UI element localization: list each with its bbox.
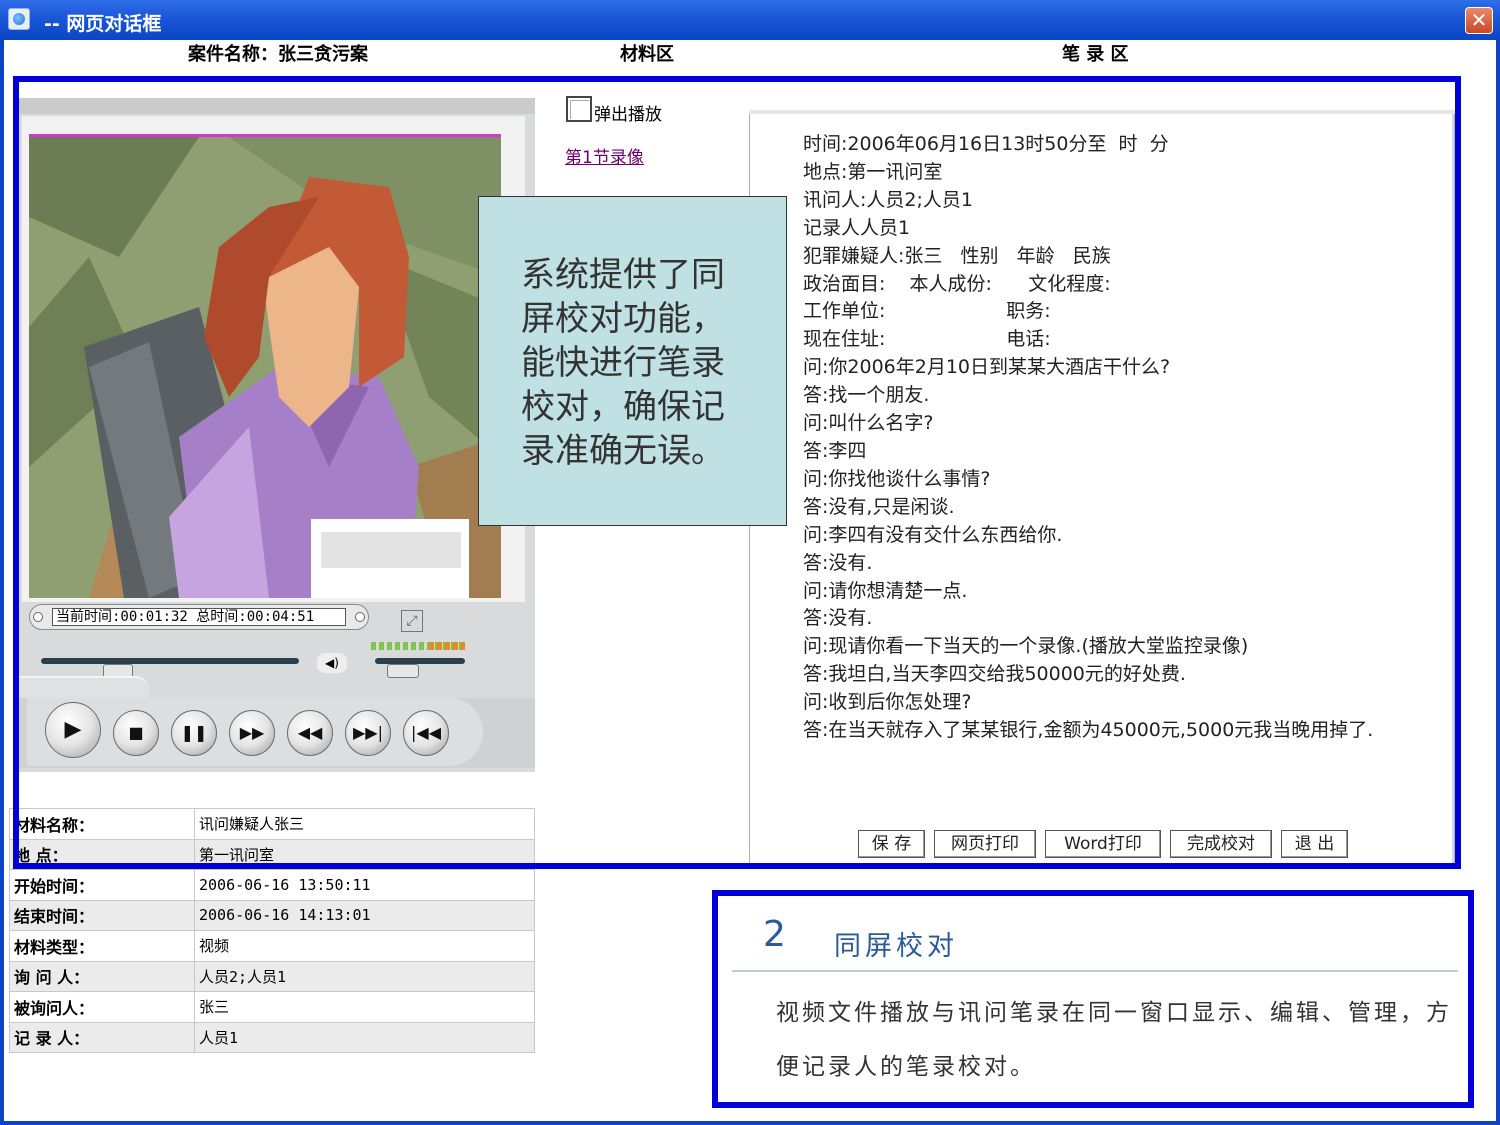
info-label: 被询问人： <box>9 991 195 1023</box>
feature-number: 2 <box>763 914 786 955</box>
table-row: 被询问人： 张三 <box>9 991 535 1023</box>
info-label: 询 问 人： <box>9 960 195 992</box>
table-row: 开始时间： 2006-06-16 13:50:11 <box>9 869 535 901</box>
info-label: 材料类型： <box>9 930 195 962</box>
info-value: 张三 <box>194 991 535 1023</box>
info-value: 人员1 <box>194 1021 535 1053</box>
close-button[interactable]: ✕ <box>1465 7 1493 34</box>
info-label: 结束时间： <box>9 899 195 931</box>
table-row: 记 录 人： 人员1 <box>9 1021 535 1053</box>
window-titlebar: -- 网页对话框 ✕ <box>0 0 1500 40</box>
table-row: 询 问 人： 人员2;人员1 <box>9 960 535 992</box>
table-row: 材料类型： 视频 <box>9 930 535 962</box>
feature-divider <box>732 970 1458 972</box>
material-area-heading: 材料区 <box>620 44 674 65</box>
record-area-heading: 笔 录 区 <box>1062 44 1129 65</box>
window-frame-right <box>1496 40 1500 1125</box>
ie-app-icon <box>8 8 30 30</box>
feature-card: 2 同屏校对 视频文件播放与讯问笔录在同一窗口显示、编辑、管理，方便记录人的笔录… <box>712 890 1474 1108</box>
case-name-heading: 案件名称：张三贪污案 <box>188 44 368 65</box>
info-label: 记 录 人： <box>9 1021 195 1053</box>
info-label: 开始时间： <box>9 869 195 901</box>
table-row: 结束时间： 2006-06-16 14:13:01 <box>9 899 535 931</box>
feature-description: 视频文件播放与讯问笔录在同一窗口显示、编辑、管理，方便记录人的笔录校对。 <box>776 1000 1452 1080</box>
window-title: -- 网页对话框 <box>44 13 162 35</box>
window-frame-left <box>0 40 4 1125</box>
feature-title: 同屏校对 <box>834 931 958 962</box>
window-frame-bottom <box>0 1121 1500 1125</box>
info-value: 2006-06-16 13:50:11 <box>194 869 535 901</box>
info-value: 视频 <box>194 930 535 962</box>
info-value: 2006-06-16 14:13:01 <box>194 899 535 931</box>
highlight-frame <box>13 76 1461 869</box>
info-value: 人员2;人员1 <box>194 960 535 992</box>
